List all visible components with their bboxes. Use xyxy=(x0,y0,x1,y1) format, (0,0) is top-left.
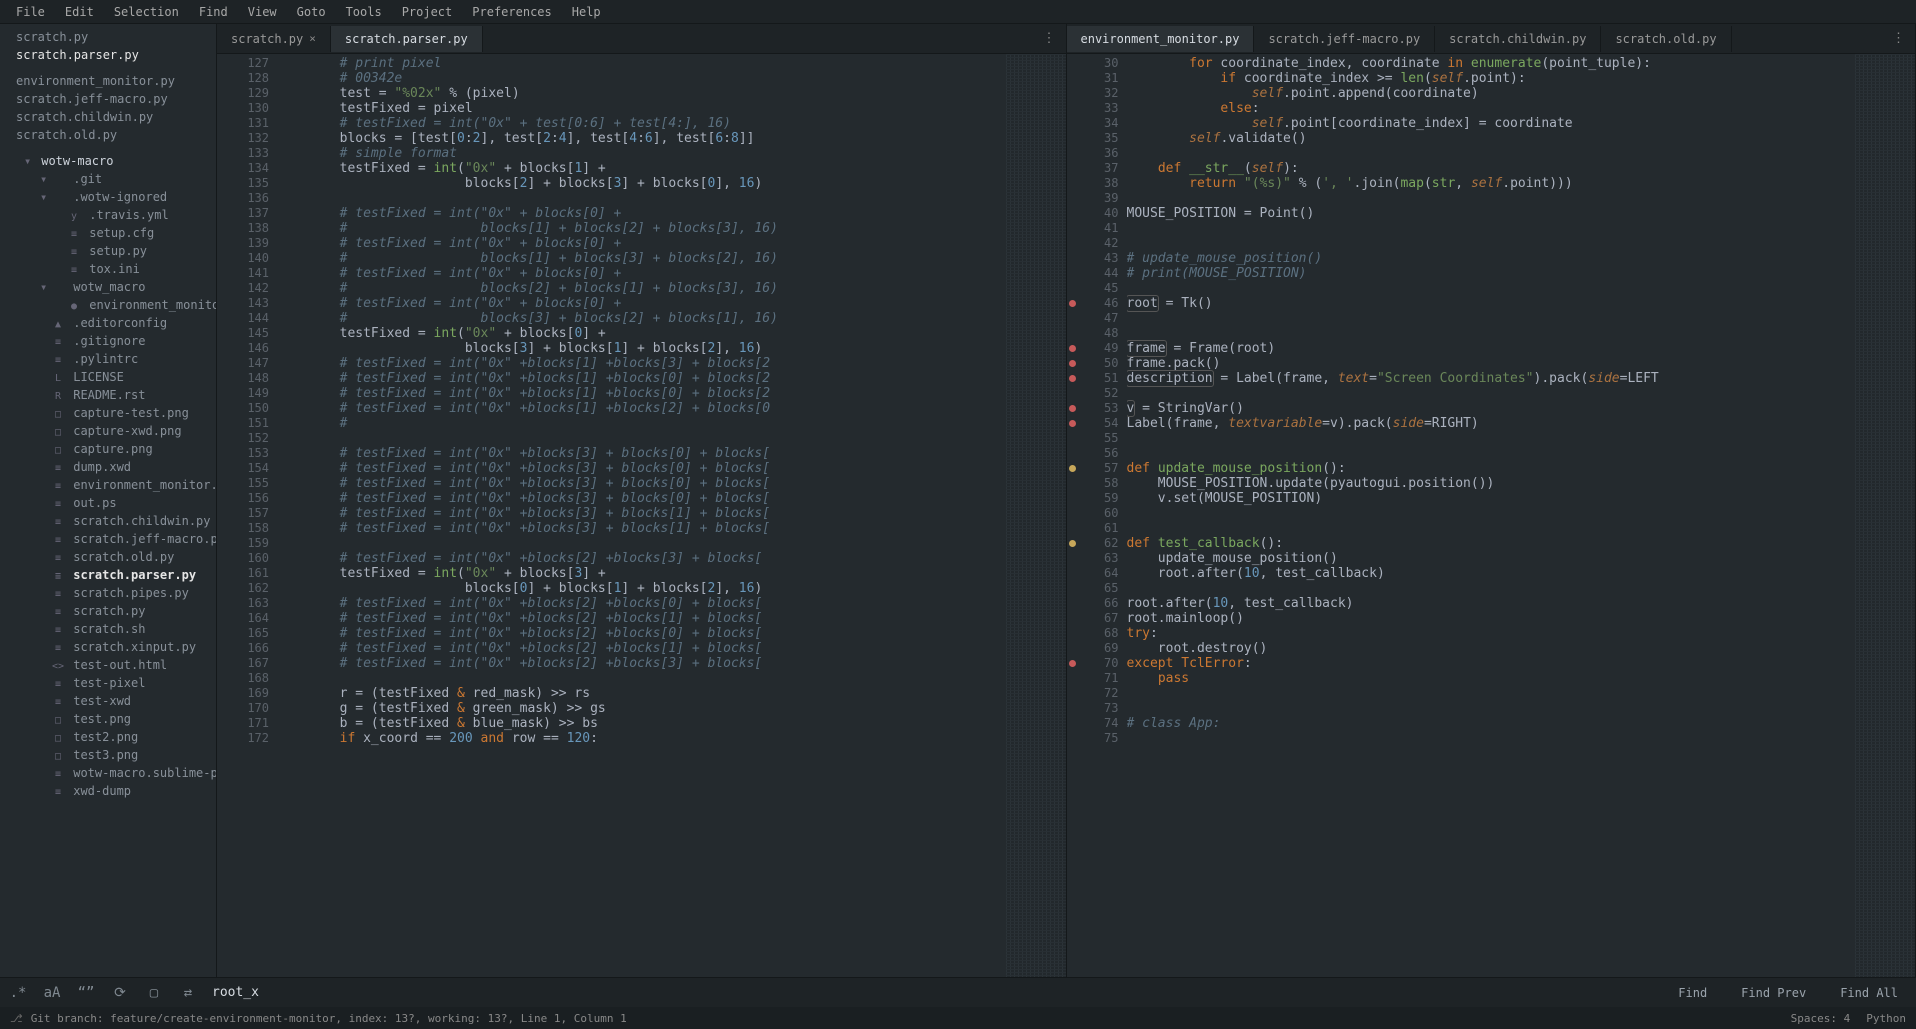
refresh-icon[interactable]: ⟳ xyxy=(110,985,130,1001)
left-code-area[interactable]: 1271281291301311321331341351361371381391… xyxy=(217,54,1066,977)
tree-item[interactable]: ● environment_monitor.py xyxy=(0,296,216,314)
find-button[interactable]: Find xyxy=(1668,986,1717,1000)
tree-item[interactable]: ≡ test-pixel xyxy=(0,674,216,692)
menu-project[interactable]: Project xyxy=(392,1,463,23)
tree-item[interactable]: ≡ scratch.jeff-macro.py xyxy=(0,530,216,548)
right-code[interactable]: for coordinate_index, coordinate in enum… xyxy=(1127,54,1856,977)
tree-item[interactable]: □ capture-test.png xyxy=(0,404,216,422)
tree-item[interactable]: ≡ scratch.parser.py xyxy=(0,566,216,584)
right-pane: environment_monitor.pyscratch.jeff-macro… xyxy=(1067,24,1916,977)
tree-item[interactable]: ≡ scratch.pipes.py xyxy=(0,584,216,602)
right-code-area[interactable]: 3031323334353637383940414243444546474849… xyxy=(1067,54,1916,977)
open-file[interactable]: scratch.old.py xyxy=(0,126,216,144)
editor-tab[interactable]: scratch.jeff-macro.py xyxy=(1254,26,1435,52)
tree-item[interactable]: ▲ .editorconfig xyxy=(0,314,216,332)
tree-item[interactable]: □ test.png xyxy=(0,710,216,728)
tree-item[interactable]: ≡ scratch.old.py xyxy=(0,548,216,566)
tree-item[interactable]: ≡ test-xwd xyxy=(0,692,216,710)
menu-file[interactable]: File xyxy=(6,1,55,23)
open-file[interactable]: scratch.jeff-macro.py xyxy=(0,90,216,108)
editor-group: scratch.py×scratch.parser.py ⋮ 1271281291… xyxy=(217,24,1916,977)
menu-help[interactable]: Help xyxy=(562,1,611,23)
open-file[interactable]: scratch.childwin.py xyxy=(0,108,216,126)
tree-item[interactable]: ▾ wotw_macro xyxy=(0,278,216,296)
find-input[interactable] xyxy=(212,985,512,1000)
sidebar[interactable]: scratch.pyscratch.parser.py environment_m… xyxy=(0,24,217,977)
left-code[interactable]: # print pixel # 00342e test = "%02x" % (… xyxy=(277,54,1006,977)
tree-item[interactable]: □ capture.png xyxy=(0,440,216,458)
menubar: FileEditSelectionFindViewGotoToolsProjec… xyxy=(0,0,1916,24)
tree-item[interactable]: ≡ .pylintrc xyxy=(0,350,216,368)
tree-item[interactable]: ≡ wotw-macro.sublime-project xyxy=(0,764,216,782)
menu-selection[interactable]: Selection xyxy=(104,1,189,23)
tree-item[interactable]: ≡ setup.py xyxy=(0,242,216,260)
editor-tab[interactable]: scratch.parser.py xyxy=(331,26,483,52)
left-tabs: scratch.py×scratch.parser.py ⋮ xyxy=(217,24,1066,54)
right-gutter: 3031323334353637383940414243444546474849… xyxy=(1067,54,1127,977)
tree-item[interactable]: ≡ scratch.sh xyxy=(0,620,216,638)
find-prev-button[interactable]: Find Prev xyxy=(1731,986,1816,1000)
editor-tab[interactable]: scratch.childwin.py xyxy=(1435,26,1601,52)
tree-item[interactable]: R README.rst xyxy=(0,386,216,404)
menu-edit[interactable]: Edit xyxy=(55,1,104,23)
menu-view[interactable]: View xyxy=(238,1,287,23)
tree-item[interactable]: ≡ out.ps xyxy=(0,494,216,512)
status-lang[interactable]: Python xyxy=(1866,1012,1906,1025)
menu-find[interactable]: Find xyxy=(189,1,238,23)
left-gutter: 1271281291301311321331341351361371381391… xyxy=(217,54,277,977)
left-minimap[interactable] xyxy=(1006,54,1066,977)
open-file[interactable]: scratch.parser.py xyxy=(0,46,216,64)
open-file[interactable]: environment_monitor.py xyxy=(0,72,216,90)
find-bar: .* aA “” ⟳ ▢ ⇄ Find Find Prev Find All xyxy=(0,977,1916,1007)
left-pane: scratch.py×scratch.parser.py ⋮ 1271281291… xyxy=(217,24,1067,977)
tree-item[interactable]: ≡ .gitignore xyxy=(0,332,216,350)
tree-item[interactable]: ≡ scratch.py xyxy=(0,602,216,620)
status-text: Git branch: feature/create-environment-m… xyxy=(31,1012,627,1025)
project-root[interactable]: ▾ wotw-macro xyxy=(0,152,216,170)
tree-item[interactable]: y .travis.yml xyxy=(0,206,216,224)
tree-item[interactable]: ≡ setup.cfg xyxy=(0,224,216,242)
tree-item[interactable]: ≡ xwd-dump xyxy=(0,782,216,800)
tree-item[interactable]: <> test-out.html xyxy=(0,656,216,674)
editor-tab[interactable]: environment_monitor.py xyxy=(1067,26,1255,52)
tree-item[interactable]: ≡ tox.ini xyxy=(0,260,216,278)
tree-item[interactable]: □ test2.png xyxy=(0,728,216,746)
close-icon[interactable]: × xyxy=(309,32,316,45)
open-file[interactable]: scratch.py xyxy=(0,28,216,46)
menu-tools[interactable]: Tools xyxy=(336,1,392,23)
main-area: scratch.pyscratch.parser.pyenvironment_m… xyxy=(0,24,1916,977)
menu-goto[interactable]: Goto xyxy=(287,1,336,23)
tree-item[interactable]: ≡ scratch.childwin.py xyxy=(0,512,216,530)
menu-preferences[interactable]: Preferences xyxy=(462,1,561,23)
wrap-toggle-icon[interactable]: ▢ xyxy=(144,985,164,1001)
case-toggle-icon[interactable]: aA xyxy=(42,985,62,1001)
word-toggle-icon[interactable]: “” xyxy=(76,985,96,1001)
right-tabs: environment_monitor.pyscratch.jeff-macro… xyxy=(1067,24,1916,54)
branch-icon: ⎇ xyxy=(10,1012,23,1025)
editor-tab[interactable]: scratch.py× xyxy=(217,26,331,52)
tree-item[interactable]: ▾ .wotw-ignored xyxy=(0,188,216,206)
tree-item[interactable]: L LICENSE xyxy=(0,368,216,386)
inselection-icon[interactable]: ⇄ xyxy=(178,985,198,1001)
status-spaces[interactable]: Spaces: 4 xyxy=(1791,1012,1851,1025)
find-all-button[interactable]: Find All xyxy=(1830,986,1908,1000)
editor-tab[interactable]: scratch.old.py xyxy=(1601,26,1731,52)
tree-item[interactable]: ≡ scratch.xinput.py xyxy=(0,638,216,656)
tab-overflow-icon[interactable]: ⋮ xyxy=(1033,31,1066,46)
tree-item[interactable]: ≡ dump.xwd xyxy=(0,458,216,476)
tree-item[interactable]: ≡ environment_monitor.py xyxy=(0,476,216,494)
regex-toggle-icon[interactable]: .* xyxy=(8,985,28,1001)
tree-item[interactable]: □ capture-xwd.png xyxy=(0,422,216,440)
tree-item[interactable]: □ test3.png xyxy=(0,746,216,764)
tab-overflow-icon[interactable]: ⋮ xyxy=(1882,31,1915,46)
tree-item[interactable]: ▾ .git xyxy=(0,170,216,188)
status-bar: ⎇ Git branch: feature/create-environment… xyxy=(0,1007,1916,1029)
right-minimap[interactable] xyxy=(1855,54,1915,977)
